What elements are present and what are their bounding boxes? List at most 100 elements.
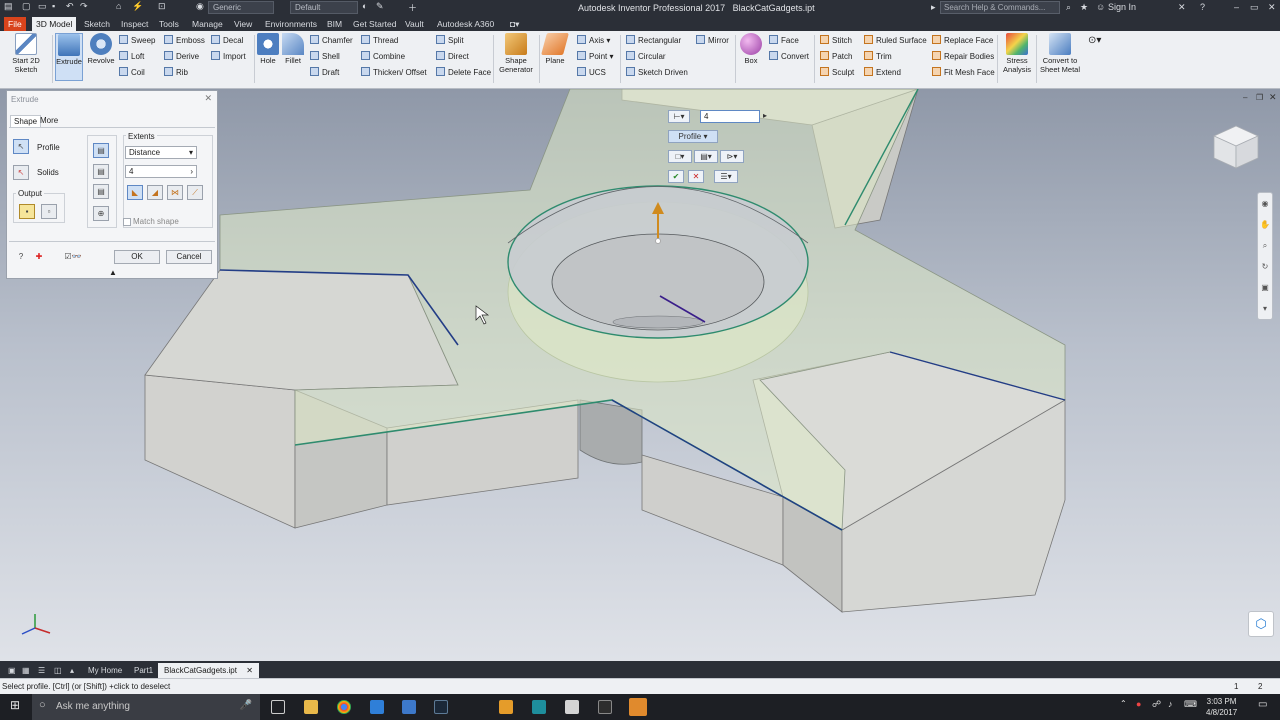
coil-button[interactable]: Coil <box>119 67 145 80</box>
material-icon[interactable]: ◉ <box>196 1 204 12</box>
zoom-icon[interactable]: ⌕ <box>1258 235 1272 256</box>
axis-button[interactable]: Axis ▾ <box>577 35 610 48</box>
thicken-offset-button[interactable]: Thicken/ Offset <box>361 67 427 80</box>
photos-icon[interactable] <box>565 700 579 714</box>
mini-arrow-icon[interactable]: ▸ <box>760 110 770 123</box>
loft-button[interactable]: Loft <box>119 51 144 64</box>
doc-tab-my-home[interactable]: My Home <box>82 663 128 678</box>
help-search-input[interactable]: Search Help & Commands... <box>940 1 1060 14</box>
tab-view[interactable]: View <box>230 17 256 31</box>
direction-1-icon[interactable]: ◣ <box>127 185 143 200</box>
viewport-close-icon[interactable]: ✕ <box>1269 92 1277 103</box>
cancel-button[interactable]: Cancel <box>166 250 212 264</box>
mini-output-icon[interactable]: □▾ <box>668 150 692 163</box>
tab-options-icon[interactable]: ◘▾ <box>506 17 523 31</box>
edge-icon[interactable] <box>370 700 384 714</box>
save-icon[interactable]: ▪ <box>52 1 55 11</box>
orbit-icon[interactable]: ↻ <box>1258 256 1272 277</box>
combine-button[interactable]: Combine <box>361 51 405 64</box>
notifications-icon[interactable]: ▭ <box>1258 699 1267 710</box>
direct-button[interactable]: Direct <box>436 51 469 64</box>
sculpt-button[interactable]: Sculpt <box>820 67 854 80</box>
chrome-icon[interactable] <box>337 700 351 714</box>
ribbon-options-icon[interactable]: ⊙▾ <box>1088 35 1101 48</box>
maximize-icon[interactable]: ▭ <box>1250 2 1259 13</box>
convert-sheet-metal-button[interactable]: Convert to Sheet Metal <box>1038 33 1082 74</box>
revolve-button[interactable]: Revolve <box>86 33 116 65</box>
cube-help-icon[interactable]: ⬡ <box>1248 611 1274 637</box>
new-icon[interactable]: ▢ <box>22 1 31 12</box>
view-cube[interactable] <box>1210 120 1262 172</box>
stress-analysis-button[interactable]: Stress Analysis <box>1000 33 1034 74</box>
tab-vault[interactable]: Vault <box>401 17 428 31</box>
binoculars-icon[interactable]: ⌕ <box>1066 2 1071 13</box>
tab-environments[interactable]: Environments <box>261 17 321 31</box>
trim-button[interactable]: Trim <box>864 51 892 64</box>
tab-sketch[interactable]: Sketch <box>80 17 114 31</box>
repair-bodies-button[interactable]: Repair Bodies <box>932 51 994 64</box>
viewport-minimize-icon[interactable]: – <box>1243 93 1247 102</box>
intersect-icon[interactable]: ▤ <box>93 184 109 199</box>
decal-button[interactable]: Decal <box>211 35 243 48</box>
fit-mesh-face-button[interactable]: Fit Mesh Face <box>932 67 995 80</box>
tray-arrow-icon[interactable]: ⌃ <box>1120 699 1127 708</box>
nav-options-icon[interactable]: ▾ <box>1258 298 1272 319</box>
dialog-close-icon[interactable]: ✕ <box>204 93 212 104</box>
mini-cancel-icon[interactable]: ✕ <box>688 170 704 183</box>
tab-bim[interactable]: BIM <box>323 17 346 31</box>
sweep-button[interactable]: Sweep <box>119 35 155 48</box>
symmetric-icon[interactable]: ⋈ <box>167 185 183 200</box>
look-at-icon[interactable]: ▣ <box>1258 277 1272 298</box>
draft-button[interactable]: Draft <box>310 67 339 80</box>
extend-button[interactable]: Extend <box>864 67 901 80</box>
output-solid-icon[interactable]: ▪ <box>19 204 35 219</box>
color-override-icon[interactable]: ◐ <box>362 1 367 11</box>
cut-icon[interactable]: ▤ <box>93 164 109 179</box>
user-icon[interactable]: ☺ <box>1096 2 1105 12</box>
mini-ok-icon[interactable]: ✔ <box>668 170 684 183</box>
minimize-icon[interactable]: – <box>1234 2 1239 12</box>
tab-menu-icon[interactable]: ▴ <box>64 663 80 678</box>
store-icon[interactable] <box>402 700 416 714</box>
shape-generator-button[interactable]: Shape Generator <box>496 33 536 74</box>
new-solid-icon[interactable]: ⊕ <box>93 206 109 221</box>
media-icon[interactable] <box>499 700 513 714</box>
thread-button[interactable]: Thread <box>361 35 398 48</box>
collapse-arrow-icon[interactable]: ▲ <box>109 268 117 277</box>
chamfer-button[interactable]: Chamfer <box>310 35 353 48</box>
doc-tab-part1[interactable]: Part1 <box>128 663 159 678</box>
tab-inspect[interactable]: Inspect <box>117 17 152 31</box>
mini-join-icon[interactable]: ⊳▾ <box>720 150 744 163</box>
hole-button[interactable]: Hole <box>257 33 279 65</box>
import-button[interactable]: Import <box>211 51 246 64</box>
file-explorer-icon[interactable] <box>304 700 318 714</box>
replace-face-button[interactable]: Replace Face <box>932 35 993 48</box>
steering-wheel-icon[interactable]: ◉ <box>1258 193 1272 214</box>
face-button[interactable]: Face <box>769 35 799 48</box>
inventor-taskbar-icon[interactable] <box>629 698 647 716</box>
direction-2-icon[interactable]: ◢ <box>147 185 163 200</box>
close-icon[interactable]: ✕ <box>1268 2 1276 13</box>
output-surface-icon[interactable]: ▫ <box>41 204 57 219</box>
material-combo[interactable]: Default <box>290 1 358 14</box>
start-sketch-button[interactable]: Start 2D Sketch <box>4 33 48 74</box>
sign-in-link[interactable]: Sign In <box>1108 2 1136 12</box>
appearance-combo[interactable]: Generic <box>208 1 274 14</box>
tray-app-icon[interactable]: ● <box>1136 699 1141 709</box>
convert-button[interactable]: Convert <box>769 51 809 64</box>
adjust-icon[interactable]: ✎ <box>376 1 384 12</box>
match-shape-checkbox[interactable] <box>123 218 131 226</box>
tab-manage[interactable]: Manage <box>188 17 227 31</box>
steam-icon[interactable] <box>434 700 448 714</box>
sketch-driven-button[interactable]: Sketch Driven <box>626 67 688 80</box>
tab-autodesk-a360[interactable]: Autodesk A360 <box>433 17 498 31</box>
close-tab-icon[interactable]: ✕ <box>246 666 253 675</box>
search-arrow-icon[interactable]: ▸ <box>931 2 936 13</box>
monitor-icon[interactable] <box>532 700 546 714</box>
point-button[interactable]: Point ▾ <box>577 51 613 64</box>
network-icon[interactable]: ☍ <box>1152 699 1161 710</box>
solids-select-icon[interactable]: ↖ <box>13 165 29 180</box>
stitch-button[interactable]: Stitch <box>820 35 852 48</box>
preview-options-icon[interactable]: ☑👓 <box>55 250 91 265</box>
keyboard-icon[interactable]: ⌨ <box>1184 699 1197 710</box>
